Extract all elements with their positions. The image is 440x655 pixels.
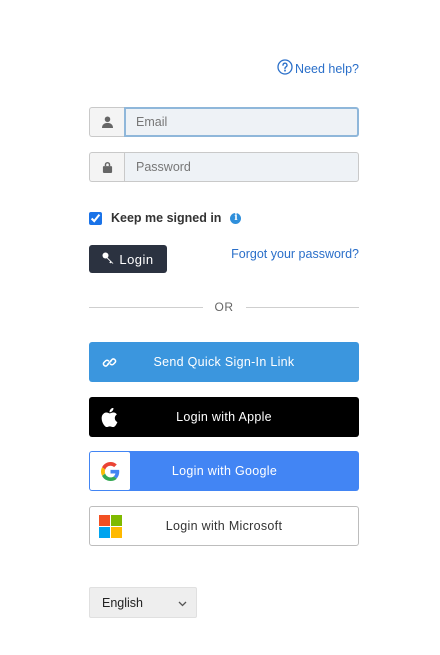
help-circle-icon	[277, 59, 293, 78]
keep-signed-in-checkbox[interactable]	[89, 211, 102, 225]
forgot-password-link[interactable]: Forgot your password?	[231, 247, 359, 261]
chevron-down-icon	[178, 596, 187, 610]
email-input[interactable]	[124, 107, 359, 137]
microsoft-label: Login with Microsoft	[165, 519, 283, 533]
key-icon	[102, 252, 114, 267]
google-label: Login with Google	[171, 464, 278, 478]
link-icon	[89, 342, 129, 382]
divider-line-left	[89, 306, 203, 308]
keep-signed-in-row: Keep me signed in i	[89, 211, 242, 225]
or-divider: OR	[89, 300, 359, 314]
language-selected-value: English	[102, 595, 143, 610]
apple-label: Login with Apple	[176, 410, 272, 424]
ms-square-blue	[98, 526, 110, 538]
email-field-group	[89, 107, 359, 137]
login-with-apple-button[interactable]: Login with Apple	[89, 397, 359, 437]
ms-square-red	[98, 514, 110, 526]
login-with-microsoft-button[interactable]: Login with Microsoft	[89, 506, 359, 546]
lock-icon	[89, 152, 124, 182]
login-button-label: Login	[119, 251, 154, 267]
divider-line-right	[245, 306, 359, 308]
apple-logo-icon	[89, 397, 129, 437]
quick-link-label: Send Quick Sign-In Link	[153, 355, 295, 369]
need-help-label: Need help?	[295, 61, 359, 76]
info-icon[interactable]: i	[230, 212, 242, 224]
password-input[interactable]	[124, 152, 359, 182]
ms-square-green	[110, 514, 122, 526]
send-quick-sign-in-link-button[interactable]: Send Quick Sign-In Link	[89, 342, 359, 382]
user-icon	[89, 107, 124, 137]
need-help-link[interactable]: Need help?	[277, 59, 359, 78]
login-button[interactable]: Login	[89, 245, 167, 273]
divider-label: OR	[214, 300, 234, 314]
google-logo-icon	[90, 452, 130, 490]
language-select[interactable]: English	[89, 587, 197, 618]
microsoft-logo-icon	[90, 506, 130, 546]
password-field-group	[89, 152, 359, 182]
ms-square-yellow	[110, 526, 122, 538]
login-with-google-button[interactable]: Login with Google	[89, 451, 359, 491]
keep-signed-in-label[interactable]: Keep me signed in	[111, 211, 221, 225]
